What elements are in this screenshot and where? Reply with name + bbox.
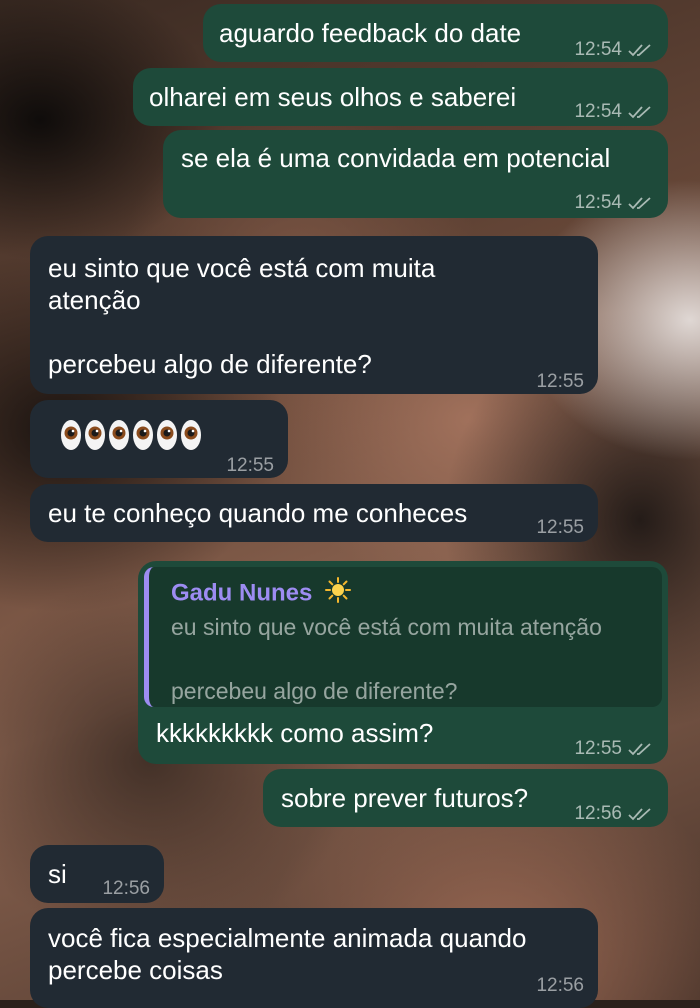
- eye-glyph: [181, 420, 201, 450]
- eyes-emoji-icon: [60, 418, 202, 452]
- message-text: eu sinto que você está com muita atenção…: [48, 253, 436, 379]
- double-check-icon: [628, 741, 654, 757]
- message-text: se ela é uma convidada em potencial: [181, 143, 611, 173]
- message-bubble-incoming[interactable]: eu sinto que você está com muita atenção…: [30, 236, 598, 394]
- message-time: 12:54: [574, 192, 622, 213]
- message-time: 12:55: [536, 371, 584, 392]
- message-bubble-incoming[interactable]: 12:55: [30, 400, 288, 478]
- message-bubble-outgoing[interactable]: aguardo feedback do date 12:54: [203, 4, 668, 62]
- message-time: 12:55: [226, 455, 274, 476]
- message-meta: 12:55: [536, 366, 584, 398]
- message-time: 12:56: [536, 975, 584, 996]
- eye-glyph: [133, 420, 153, 450]
- message-meta: 12:54: [574, 34, 654, 66]
- message-time: 12:56: [574, 803, 622, 824]
- reply-quote[interactable]: Gadu Nunes eu sinto que você está com mu…: [144, 567, 662, 707]
- eye-glyph: [61, 420, 81, 450]
- message-text: olharei em seus olhos e saberei: [149, 82, 517, 112]
- message-meta: 12:56: [536, 970, 584, 1002]
- message-text: você fica especialmente animada quando p…: [48, 923, 527, 985]
- message-text: si: [48, 859, 67, 889]
- message-meta: 12:55: [226, 450, 274, 482]
- message-bubble-outgoing[interactable]: se ela é uma convidada em potencial 12:5…: [163, 130, 668, 218]
- message-text: aguardo feedback do date: [219, 18, 522, 48]
- sun-icon: [325, 577, 352, 611]
- message-text: eu te conheço quando me conheces: [48, 498, 468, 528]
- message-meta: 12:54: [574, 187, 654, 219]
- message-bubble-incoming[interactable]: você fica especialmente animada quando p…: [30, 908, 598, 1008]
- double-check-icon: [628, 195, 654, 211]
- message-meta: 12:55: [574, 733, 654, 765]
- message-meta: 12:55: [536, 512, 584, 544]
- message-bubble-incoming[interactable]: si 12:56: [30, 845, 164, 903]
- eye-glyph: [157, 420, 177, 450]
- message-time: 12:56: [102, 878, 150, 899]
- reply-quote-text: eu sinto que você está com muita atenção…: [171, 614, 602, 704]
- message-meta: 12:56: [102, 873, 150, 905]
- double-check-icon: [628, 104, 654, 120]
- message-text: sobre prever futuros?: [281, 783, 529, 813]
- message-bubble-outgoing[interactable]: olharei em seus olhos e saberei 12:54: [133, 68, 668, 126]
- message-bubble-incoming[interactable]: eu te conheço quando me conheces 12:55: [30, 484, 598, 542]
- message-text: kkkkkkkkk como assim?: [156, 718, 434, 748]
- message-time: 12:55: [574, 738, 622, 759]
- reply-author: Gadu Nunes: [171, 577, 352, 611]
- message-bubble-outgoing-reply[interactable]: Gadu Nunes eu sinto que você está com mu…: [138, 561, 668, 764]
- eye-glyph: [85, 420, 105, 450]
- double-check-icon: [628, 42, 654, 58]
- message-time: 12:54: [574, 39, 622, 60]
- message-time: 12:55: [536, 517, 584, 538]
- message-bubble-outgoing[interactable]: sobre prever futuros? 12:56: [263, 769, 668, 827]
- double-check-icon: [628, 806, 654, 822]
- eye-glyph: [109, 420, 129, 450]
- message-meta: 12:54: [574, 96, 654, 128]
- message-time: 12:54: [574, 101, 622, 122]
- message-meta: 12:56: [574, 798, 654, 830]
